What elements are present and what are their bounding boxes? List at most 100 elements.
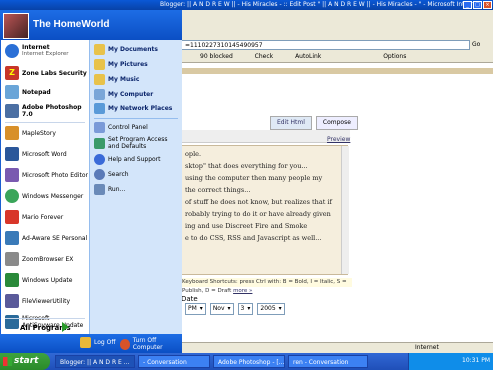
pinned-item-text: Zone Labs Security	[22, 70, 87, 77]
pinned-item-internet[interactable]: Internet Internet Explorer	[5, 44, 69, 58]
recent-item-maplestory[interactable]: MapleStory	[5, 126, 56, 140]
maplestory-icon	[5, 126, 19, 140]
adaware-icon	[5, 231, 19, 245]
place-my-computer[interactable]: My Computer	[94, 89, 153, 100]
run-icon	[94, 184, 105, 195]
system-control-panel[interactable]: Control Panel	[94, 122, 148, 133]
recent-label: Microsoft Photo Editor	[22, 171, 88, 179]
system-label: Search	[108, 171, 129, 178]
internet-explorer-icon	[5, 44, 19, 58]
month-value: Nov	[212, 305, 225, 312]
photoshop-icon	[5, 104, 19, 118]
system-help[interactable]: Help and Support	[94, 154, 161, 165]
minimize-button[interactable]: _	[463, 1, 472, 9]
zonealarm-icon: Z	[5, 66, 19, 80]
maximize-button[interactable]: □	[473, 1, 482, 9]
system-run[interactable]: Run...	[94, 184, 125, 195]
place-my-documents[interactable]: My Documents	[94, 44, 158, 55]
task-blogger[interactable]: Blogger: || A N D R E ...	[55, 355, 135, 368]
recent-item-mario[interactable]: Mario Forever	[5, 210, 63, 224]
year-select[interactable]: 2005 ▾	[257, 303, 285, 315]
pinned-subtitle: Internet Explorer	[22, 51, 69, 57]
go-button[interactable]: Go	[472, 40, 492, 50]
search-icon	[94, 169, 105, 180]
task-conversation[interactable]: - Conversation	[138, 355, 210, 368]
system-label: Run...	[108, 186, 126, 193]
close-button[interactable]: ×	[483, 1, 492, 9]
arrow-right-icon	[62, 322, 69, 332]
tab-edit-html[interactable]: Edit Html	[270, 116, 312, 130]
clock[interactable]: 10:31 PM	[462, 357, 490, 364]
system-label: Control Panel	[108, 124, 148, 131]
pinned-item-zonealarm[interactable]: Z Zone Labs Security	[5, 66, 87, 80]
place-label: My Documents	[108, 46, 158, 53]
notepad-icon	[5, 85, 19, 99]
window-titlebar[interactable]: Blogger: || A N D R E W || - His Miracle…	[0, 0, 493, 18]
system-label: Help and Support	[108, 156, 161, 163]
user-avatar[interactable]	[3, 13, 29, 39]
recent-item-adaware[interactable]: Ad-Aware SE Personal	[5, 231, 87, 245]
pinned-item-notepad[interactable]: Notepad	[5, 85, 51, 99]
editor-scrollbar[interactable]	[341, 146, 349, 274]
recent-item-fileviewer[interactable]: FileViewerUtility	[5, 294, 70, 308]
pinned-item-photoshop[interactable]: Adobe Photoshop 7.0	[5, 104, 89, 118]
popup-blocked-label[interactable]: 90 blocked	[200, 53, 233, 60]
keyboard-shortcuts: Keyboard Shortcuts: press Ctrl with: B =…	[180, 278, 352, 294]
editor-line: ople.	[185, 150, 202, 158]
recent-item-zoombrowser[interactable]: ZoomBrowser EX	[5, 252, 73, 266]
windows-flag-icon	[3, 357, 12, 366]
recent-label: MapleStory	[22, 129, 56, 137]
turn-off-label: Turn Off Computer	[132, 337, 163, 351]
system-search[interactable]: Search	[94, 169, 129, 180]
recent-item-photo-editor[interactable]: Microsoft Photo Editor	[5, 168, 88, 182]
recent-item-windows-update[interactable]: Windows Update	[5, 273, 72, 287]
month-select[interactable]: Nov ▾	[209, 303, 234, 315]
day-select[interactable]: 3 ▾	[237, 303, 254, 315]
editor-line: sktop" that does everything for you...	[185, 162, 308, 170]
place-label: My Music	[108, 76, 140, 83]
fileviewer-icon	[5, 294, 19, 308]
pinned-title: Notepad	[22, 88, 51, 96]
divider	[5, 122, 85, 123]
address-field[interactable]: =1110227310145490957	[180, 40, 470, 50]
more-link[interactable]: more »	[233, 288, 252, 294]
help-icon	[94, 154, 105, 165]
editor-line: using the computer then many people my	[185, 174, 323, 182]
recent-label: ZoomBrowser EX	[22, 255, 74, 263]
pinned-item-text: Adobe Photoshop 7.0	[22, 104, 89, 118]
date-label: Date	[181, 295, 198, 303]
recent-label: Windows Messenger	[22, 192, 84, 200]
place-my-pictures[interactable]: My Pictures	[94, 59, 148, 70]
day-value: 3	[240, 305, 245, 312]
post-editor[interactable]: ople. sktop" that does everything for yo…	[180, 145, 348, 275]
my-music-icon	[94, 74, 105, 85]
recent-item-word[interactable]: Microsoft Word	[5, 147, 67, 161]
ampm-value: PM	[188, 305, 197, 312]
pinned-title: Zone Labs Security	[22, 69, 87, 77]
format-toolbar	[180, 130, 350, 143]
preview-link[interactable]: Preview	[327, 136, 350, 143]
editor-line: ing and use Discreet Fire and Smoke	[185, 222, 308, 230]
turn-off-button[interactable]: Turn Off Computer	[120, 337, 182, 351]
check-button[interactable]: Check	[255, 53, 273, 60]
task-photoshop[interactable]: Adobe Photoshop - [...]	[213, 355, 285, 368]
my-documents-icon	[94, 44, 105, 55]
ampm-select[interactable]: PM ▾	[185, 303, 206, 315]
links-bar: 90 blocked Check AutoLink Options	[180, 52, 493, 62]
control-panel-icon	[94, 122, 105, 133]
editor-line: of stuff he does not know, but realizes …	[185, 198, 332, 206]
place-network[interactable]: My Network Places	[94, 103, 172, 114]
chevron-down-icon: ▾	[247, 305, 251, 312]
editor-line: robably trying to do it or have already …	[185, 210, 331, 218]
autolink-button[interactable]: AutoLink	[295, 53, 321, 60]
system-program-access[interactable]: Set Program Access and Defaults	[94, 136, 180, 150]
tab-compose[interactable]: Compose	[315, 116, 358, 130]
recent-label: Ad-Aware SE Personal	[22, 234, 88, 242]
log-off-button[interactable]: Log Off	[80, 337, 115, 348]
recent-item-messenger[interactable]: Windows Messenger	[5, 189, 83, 203]
power-icon	[120, 338, 130, 350]
task-conversation-2[interactable]: ren - Conversation	[288, 355, 368, 368]
recent-label: FileViewerUtility	[22, 297, 71, 305]
place-my-music[interactable]: My Music	[94, 74, 139, 85]
options-button[interactable]: Options	[383, 53, 406, 60]
